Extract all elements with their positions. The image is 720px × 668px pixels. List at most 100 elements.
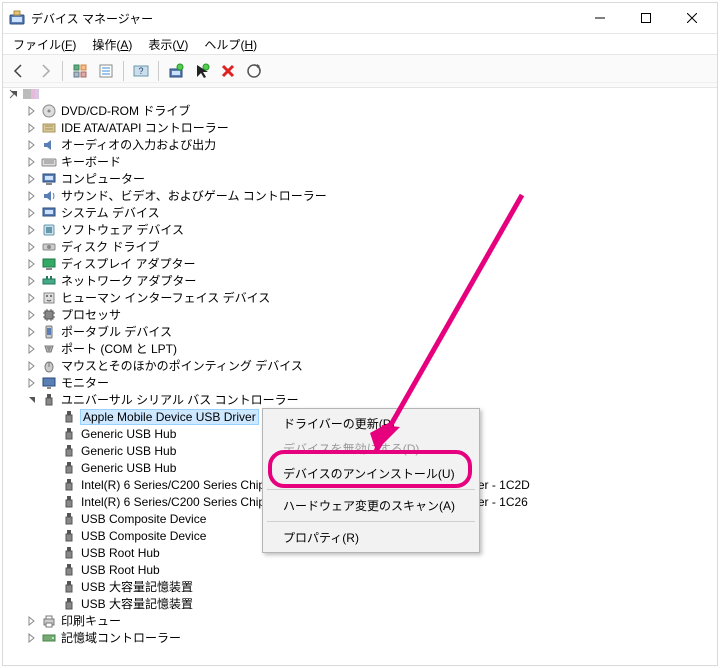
cat-ports[interactable]: ポート (COM と LPT) (3, 340, 717, 357)
toolbar-sep (62, 61, 63, 81)
expand-icon[interactable] (25, 155, 39, 169)
cat-print[interactable]: 印刷キュー (3, 612, 717, 629)
ctx-uninstall-device[interactable]: デバイスのアンインストール(U) (265, 461, 477, 486)
expand-icon[interactable] (25, 325, 39, 339)
tree-label: ポータブル デバイス (61, 323, 172, 340)
cat-portable[interactable]: ポータブル デバイス (3, 323, 717, 340)
close-button[interactable] (669, 3, 715, 33)
toolbar-scan[interactable] (242, 59, 266, 83)
tree-label: ネットワーク アダプター (61, 272, 196, 289)
menu-action[interactable]: 操作(A) (86, 35, 138, 54)
expand-icon[interactable] (25, 240, 39, 254)
maximize-button[interactable] (623, 3, 669, 33)
ctx-properties[interactable]: プロパティ(R) (265, 525, 477, 550)
toolbar-show-hide[interactable] (68, 59, 92, 83)
minimize-button[interactable] (577, 3, 623, 33)
toolbar-properties[interactable] (94, 59, 118, 83)
tree-label: Generic USB Hub (81, 444, 176, 458)
usb-device-icon (61, 579, 77, 595)
usb-device-icon (61, 596, 77, 612)
tree-label: ディスク ドライブ (61, 238, 160, 255)
expand-icon[interactable] (25, 614, 39, 628)
expand-icon[interactable] (25, 121, 39, 135)
collapse-icon[interactable] (7, 87, 21, 101)
cat-usb[interactable]: ユニバーサル シリアル バス コントローラー (3, 391, 717, 408)
usb-device-icon (61, 477, 77, 493)
toolbar-uninstall[interactable] (216, 59, 240, 83)
ctx-disable-device[interactable]: デバイスを無効にする(D) (265, 436, 477, 461)
menu-help[interactable]: ヘルプ(H) (198, 35, 263, 54)
expand-icon[interactable] (25, 274, 39, 288)
cat-system[interactable]: システム デバイス (3, 204, 717, 221)
expand-icon[interactable] (25, 104, 39, 118)
usb-mass-1[interactable]: USB 大容量記憶装置 (3, 578, 717, 595)
software-icon (41, 222, 57, 238)
tree-root-label (43, 87, 46, 101)
tree-label: Generic USB Hub (81, 461, 176, 475)
computer-cat-icon (41, 171, 57, 187)
expand-icon[interactable] (25, 359, 39, 373)
tree-label: USB Composite Device (81, 529, 206, 543)
toolbar-enable[interactable] (190, 59, 214, 83)
mouse-icon (41, 358, 57, 374)
cat-keyboard[interactable]: キーボード (3, 153, 717, 170)
cat-disk[interactable]: ディスク ドライブ (3, 238, 717, 255)
expand-icon[interactable] (25, 189, 39, 203)
expand-icon[interactable] (25, 138, 39, 152)
menu-file[interactable]: ファイル(F) (7, 35, 82, 54)
expand-icon[interactable] (25, 631, 39, 645)
tree-label: 印刷キュー (61, 612, 121, 629)
toolbar-back[interactable] (7, 59, 31, 83)
usb-device-icon (61, 545, 77, 561)
toolbar-forward[interactable] (33, 59, 57, 83)
menu-view[interactable]: 表示(V) (142, 35, 194, 54)
context-menu: ドライバーの更新(P) デバイスを無効にする(D) デバイスのアンインストール(… (262, 408, 480, 553)
cat-mouse[interactable]: マウスとそのほかのポインティング デバイス (3, 357, 717, 374)
cat-audio[interactable]: オーディオの入力および出力 (3, 136, 717, 153)
cat-ide[interactable]: IDE ATA/ATAPI コントローラー (3, 119, 717, 136)
tree-root[interactable] (3, 85, 717, 102)
cat-network[interactable]: ネットワーク アダプター (3, 272, 717, 289)
tree-label: コンピューター (61, 170, 145, 187)
cat-hid[interactable]: ヒューマン インターフェイス デバイス (3, 289, 717, 306)
display-icon (41, 256, 57, 272)
tree-label: IDE ATA/ATAPI コントローラー (61, 119, 229, 136)
tree-label: オーディオの入力および出力 (61, 136, 216, 153)
app-icon (9, 10, 25, 26)
device-tree-pane[interactable]: DVD/CD-ROM ドライブ IDE ATA/ATAPI コントローラー オー… (3, 82, 717, 665)
expand-icon[interactable] (25, 342, 39, 356)
print-icon (41, 613, 57, 629)
usb-mass-2[interactable]: USB 大容量記憶装置 (3, 595, 717, 612)
cat-storage[interactable]: 記憶域コントローラー (3, 629, 717, 646)
expand-icon[interactable] (25, 206, 39, 220)
expand-icon[interactable] (25, 172, 39, 186)
cat-sound-video-game[interactable]: サウンド、ビデオ、およびゲーム コントローラー (3, 187, 717, 204)
svg-text:?: ? (138, 66, 143, 76)
toolbar-update-driver[interactable] (164, 59, 188, 83)
device-tree: DVD/CD-ROM ドライブ IDE ATA/ATAPI コントローラー オー… (3, 83, 717, 648)
cat-dvd[interactable]: DVD/CD-ROM ドライブ (3, 102, 717, 119)
usb-root-2[interactable]: USB Root Hub (3, 561, 717, 578)
expand-icon[interactable] (25, 308, 39, 322)
cat-computer[interactable]: コンピューター (3, 170, 717, 187)
collapse-icon[interactable] (25, 393, 39, 407)
tree-label: サウンド、ビデオ、およびゲーム コントローラー (61, 187, 327, 204)
expand-icon[interactable] (25, 376, 39, 390)
cat-processor[interactable]: プロセッサ (3, 306, 717, 323)
expand-icon[interactable] (25, 257, 39, 271)
cat-display[interactable]: ディスプレイ アダプター (3, 255, 717, 272)
tree-label: プロセッサ (61, 306, 121, 323)
keyboard-icon (41, 154, 57, 170)
cat-monitor[interactable]: モニター (3, 374, 717, 391)
ctx-update-driver[interactable]: ドライバーの更新(P) (265, 411, 477, 436)
expand-icon[interactable] (25, 223, 39, 237)
tree-label: システム デバイス (61, 204, 160, 221)
toolbar-sep-2 (123, 61, 124, 81)
tree-label: ポート (COM と LPT) (61, 340, 177, 357)
expand-icon[interactable] (25, 291, 39, 305)
tree-label: モニター (61, 374, 109, 391)
tree-label: ディスプレイ アダプター (61, 255, 196, 272)
cat-software[interactable]: ソフトウェア デバイス (3, 221, 717, 238)
ctx-scan-hardware[interactable]: ハードウェア変更のスキャン(A) (265, 493, 477, 518)
toolbar-help[interactable]: ? (129, 59, 153, 83)
